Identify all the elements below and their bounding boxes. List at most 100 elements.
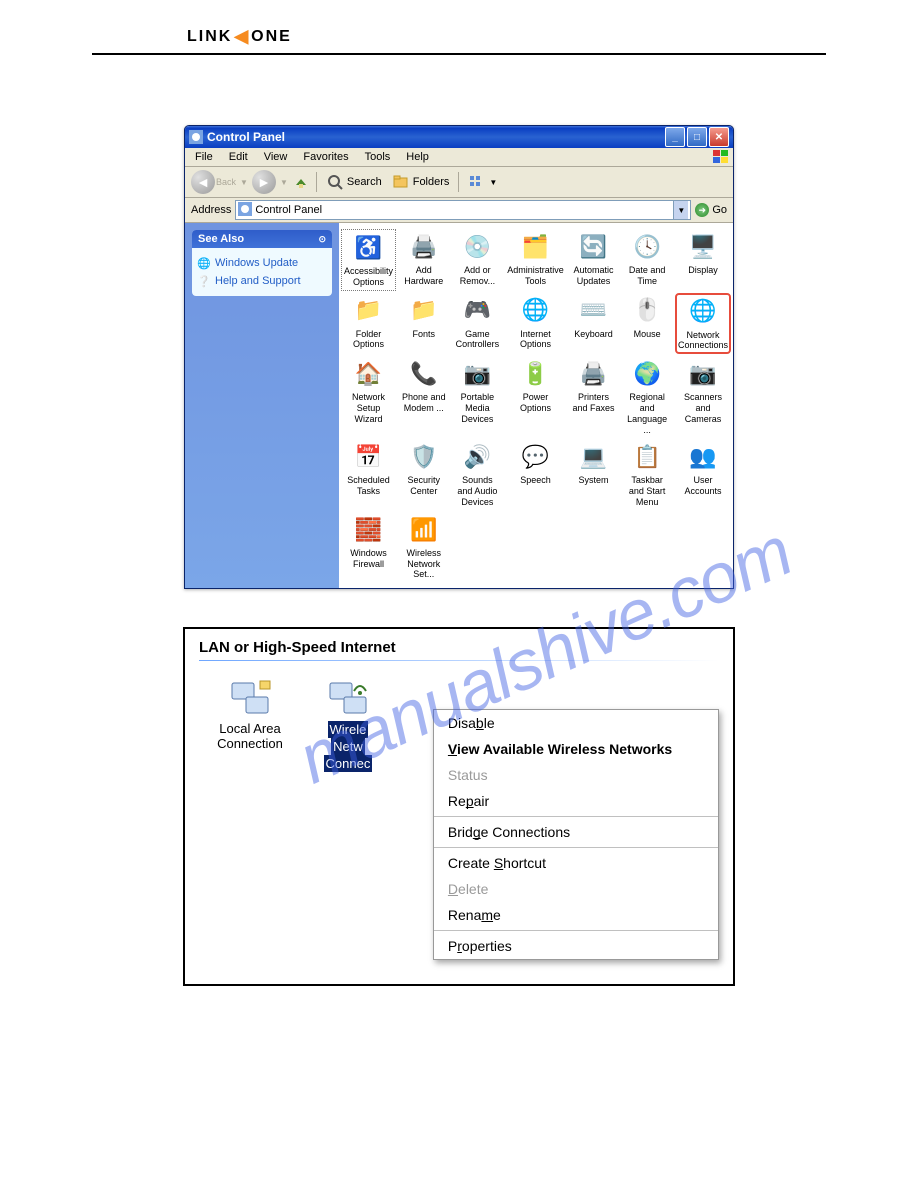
cp-item-icon: 💿: [461, 231, 493, 263]
cp-item-icon: 👥: [687, 441, 719, 473]
cp-item-icon: 🌐: [687, 296, 719, 328]
folders-label: Folders: [413, 176, 450, 188]
address-dropdown-icon[interactable]: ▼: [673, 201, 688, 219]
cp-item-icon: 📞: [408, 358, 440, 390]
panel-title: See Also: [198, 233, 244, 245]
globe-icon: 🌐: [198, 257, 210, 269]
menu-favorites[interactable]: Favorites: [299, 150, 352, 164]
menu-view[interactable]: View: [260, 150, 292, 164]
cp-item-keyboard[interactable]: ⌨️Keyboard: [568, 293, 620, 355]
views-button[interactable]: ▼: [465, 172, 500, 192]
forward-button[interactable]: ►: [252, 170, 276, 194]
cp-item-icon: 🔋: [519, 358, 551, 390]
menu-file[interactable]: File: [191, 150, 217, 164]
cp-item-icon: 🌍: [631, 358, 663, 390]
menu-item-bridge-connections[interactable]: Bridge Connections: [434, 819, 718, 845]
menu-item-rename[interactable]: Rename: [434, 902, 718, 928]
cp-item-speech[interactable]: 💬Speech: [505, 439, 566, 509]
go-icon: ➜: [695, 203, 709, 217]
titlebar[interactable]: Control Panel _ □ ✕: [185, 126, 733, 148]
up-icon[interactable]: [292, 173, 310, 191]
cp-item-fonts[interactable]: 📁Fonts: [398, 293, 450, 355]
panel-link-help-support[interactable]: ❔ Help and Support: [198, 272, 326, 290]
cp-item-automatic-updates[interactable]: 🔄Automatic Updates: [568, 229, 620, 291]
close-button[interactable]: ✕: [709, 127, 729, 147]
cp-item-windows-firewall[interactable]: 🧱Windows Firewall: [341, 512, 396, 582]
wifi-icon: [324, 677, 372, 721]
cp-item-label: Fonts: [413, 329, 436, 340]
cp-item-icon: 📅: [353, 441, 385, 473]
cp-item-label: Power Options: [507, 392, 564, 414]
folders-button[interactable]: Folders: [389, 172, 453, 192]
cp-item-administrative-tools[interactable]: 🗂️Administrative Tools: [505, 229, 566, 291]
address-icon: [238, 202, 252, 219]
cp-item-user-accounts[interactable]: 👥User Accounts: [675, 439, 731, 509]
cp-item-add-hardware[interactable]: 🖨️Add Hardware: [398, 229, 450, 291]
addressbar: Address Control Panel ▼ ➜ Go: [185, 198, 733, 223]
cp-item-sounds-and-audio-devices[interactable]: 🔊Sounds and Audio Devices: [452, 439, 504, 509]
panel-heading[interactable]: See Also ⊙: [192, 230, 332, 248]
page-header: LINK ◀ ONE: [92, 0, 826, 55]
menu-item-properties[interactable]: Properties: [434, 933, 718, 959]
context-menu: DisableView Available Wireless NetworksS…: [433, 709, 719, 960]
connection-label-line3: Connec: [324, 755, 373, 772]
cp-item-power-options[interactable]: 🔋Power Options: [505, 356, 566, 437]
cp-item-wireless-network-set[interactable]: 📶Wireless Network Set...: [398, 512, 450, 582]
go-button[interactable]: ➜ Go: [695, 203, 727, 217]
menu-item-disable[interactable]: Disable: [434, 710, 718, 736]
menu-item-repair[interactable]: Repair: [434, 788, 718, 814]
section-underline: [199, 660, 719, 661]
cp-item-label: Folder Options: [343, 329, 394, 351]
maximize-button[interactable]: □: [687, 127, 707, 147]
cp-item-accessibility-options[interactable]: ♿Accessibility Options: [341, 229, 396, 291]
cp-item-game-controllers[interactable]: 🎮Game Controllers: [452, 293, 504, 355]
search-button[interactable]: Search: [323, 172, 385, 192]
address-field[interactable]: Control Panel ▼: [235, 200, 691, 220]
menu-item-view-available-wireless-networks[interactable]: View Available Wireless Networks: [434, 736, 718, 762]
connection-wireless[interactable]: Wirele Netw Connec: [307, 677, 389, 772]
cp-item-label: Administrative Tools: [507, 265, 564, 287]
cp-item-portable-media-devices[interactable]: 📷Portable Media Devices: [452, 356, 504, 437]
cp-item-network-connections[interactable]: 🌐Network Connections: [675, 293, 731, 355]
cp-item-taskbar-and-start-menu[interactable]: 📋Taskbar and Start Menu: [621, 439, 673, 509]
cp-item-internet-options[interactable]: 🌐Internet Options: [505, 293, 566, 355]
menu-separator: [434, 816, 718, 817]
cp-item-display[interactable]: 🖥️Display: [675, 229, 731, 291]
menu-tools[interactable]: Tools: [361, 150, 395, 164]
cp-item-add-or-remov[interactable]: 💿Add or Remov...: [452, 229, 504, 291]
cp-item-scheduled-tasks[interactable]: 📅Scheduled Tasks: [341, 439, 396, 509]
cp-item-label: Game Controllers: [454, 329, 502, 351]
cp-item-network-setup-wizard[interactable]: 🏠Network Setup Wizard: [341, 356, 396, 437]
cp-item-date-and-time[interactable]: 🕓Date and Time: [621, 229, 673, 291]
cp-item-icon: 🖨️: [408, 231, 440, 263]
panel-link-windows-update[interactable]: 🌐 Windows Update: [198, 254, 326, 272]
cp-item-printers-and-faxes[interactable]: 🖨️Printers and Faxes: [568, 356, 620, 437]
cp-item-label: Windows Firewall: [343, 548, 394, 570]
menu-help[interactable]: Help: [402, 150, 433, 164]
cp-item-regional-and-language[interactable]: 🌍Regional and Language ...: [621, 356, 673, 437]
forward-dd-icon[interactable]: ▼: [280, 178, 288, 187]
cp-item-icon: 💬: [519, 441, 551, 473]
window-title: Control Panel: [207, 130, 665, 144]
cp-item-mouse[interactable]: 🖱️Mouse: [621, 293, 673, 355]
cp-item-label: Sounds and Audio Devices: [454, 475, 502, 507]
cp-item-label: Security Center: [400, 475, 448, 497]
cp-item-icon: 🗂️: [519, 231, 551, 263]
back-dd-icon[interactable]: ▼: [240, 178, 248, 187]
connection-lan[interactable]: Local Area Connection: [209, 677, 291, 751]
search-label: Search: [347, 176, 382, 188]
cp-item-scanners-and-cameras[interactable]: 📷Scanners and Cameras: [675, 356, 731, 437]
cp-item-icon: ♿: [353, 232, 385, 264]
toolbar-separator-2: [458, 172, 459, 192]
cp-item-security-center[interactable]: 🛡️Security Center: [398, 439, 450, 509]
cp-item-folder-options[interactable]: 📁Folder Options: [341, 293, 396, 355]
cp-item-phone-and-modem[interactable]: 📞Phone and Modem ...: [398, 356, 450, 437]
cp-item-icon: 🕓: [631, 231, 663, 263]
menu-item-create-shortcut[interactable]: Create Shortcut: [434, 850, 718, 876]
menubar: File Edit View Favorites Tools Help: [185, 148, 733, 167]
cp-item-system[interactable]: 💻System: [568, 439, 620, 509]
minimize-button[interactable]: _: [665, 127, 685, 147]
menu-edit[interactable]: Edit: [225, 150, 252, 164]
address-label: Address: [191, 204, 231, 216]
back-button[interactable]: ◄: [191, 170, 215, 194]
